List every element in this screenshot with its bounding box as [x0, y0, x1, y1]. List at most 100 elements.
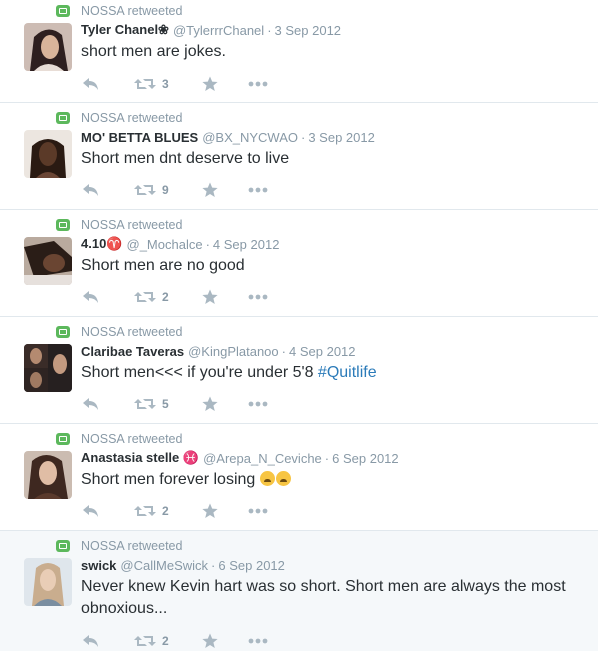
crying-face-emoji-icon — [275, 471, 291, 486]
tweet-text: Short men are no good — [81, 257, 245, 274]
user-handle[interactable]: @KingPlatanoo — [188, 344, 279, 359]
user-name[interactable]: swick — [81, 558, 116, 573]
tweet-header: Anastasia stelle ♓ @Arepa_N_Ceviche · 6 … — [81, 449, 399, 467]
tweet-text: short men are jokes. — [81, 43, 226, 60]
separator: · — [211, 557, 216, 573]
tweet-actions: 5 — [82, 395, 268, 413]
separator: · — [205, 236, 210, 252]
timestamp[interactable]: 3 Sep 2012 — [275, 23, 342, 38]
more-options-icon[interactable] — [248, 401, 268, 407]
crying-face-emoji-icon — [259, 471, 275, 486]
tweet-actions: 9 — [82, 181, 268, 199]
user-handle[interactable]: @TylerrrChanel — [173, 23, 264, 38]
avatar[interactable] — [24, 558, 72, 606]
tweet-header: 4.10♈ @_Mochalce · 4 Sep 2012 — [81, 235, 279, 253]
tweet-text-body: Short men forever losing — [81, 471, 260, 488]
avatar[interactable] — [24, 130, 72, 178]
avatar[interactable] — [24, 23, 72, 71]
timestamp[interactable]: 6 Sep 2012 — [218, 558, 285, 573]
retweet-context: NOSSA retweeted — [56, 538, 182, 554]
retweet-action[interactable]: 3 — [134, 77, 182, 91]
retweet-badge-icon — [56, 326, 70, 338]
timestamp[interactable]: 6 Sep 2012 — [332, 451, 399, 466]
retweeted-by-label[interactable]: NOSSA retweeted — [81, 4, 182, 18]
user-name[interactable]: Tyler Chanel❀ — [81, 22, 169, 38]
retweet-context: NOSSA retweeted — [56, 110, 182, 126]
user-name[interactable]: Anastasia stelle ♓ — [81, 450, 199, 466]
retweeted-by-label[interactable]: NOSSA retweeted — [81, 539, 182, 553]
retweet-action[interactable]: 2 — [134, 290, 182, 304]
user-name[interactable]: 4.10♈ — [81, 236, 123, 252]
tweet-header: Claribae Taveras @KingPlatanoo · 4 Sep 2… — [81, 342, 356, 360]
retweet-icon — [134, 185, 156, 195]
retweet-action[interactable]: 9 — [134, 183, 182, 197]
tweet-header: swick @CallMeSwick · 6 Sep 2012 — [81, 556, 285, 574]
timeline: NOSSA retweeted Tyler Chanel❀ @TylerrrCh… — [0, 0, 598, 651]
more-options-icon[interactable] — [248, 638, 268, 644]
retweet-icon — [134, 292, 156, 302]
tweet-text: Never knew Kevin hart was so short. Shor… — [81, 578, 566, 617]
hashtag-link[interactable]: #Quitlife — [318, 364, 377, 381]
tweet-header: Tyler Chanel❀ @TylerrrChanel · 3 Sep 201… — [81, 21, 341, 39]
retweeted-by-label[interactable]: NOSSA retweeted — [81, 325, 182, 339]
reply-icon[interactable] — [82, 183, 100, 197]
timestamp[interactable]: 4 Sep 2012 — [289, 344, 356, 359]
reply-icon[interactable] — [82, 504, 100, 518]
user-name[interactable]: MO' BETTA BLUES — [81, 130, 198, 145]
favorite-star-icon[interactable] — [202, 633, 218, 649]
tweet[interactable]: NOSSA retweeted swick @CallMeSwick · 6 S… — [0, 531, 598, 651]
user-handle[interactable]: @_Mochalce — [127, 237, 203, 252]
tweet[interactable]: NOSSA retweeted Claribae Taveras @KingPl… — [0, 317, 598, 424]
more-options-icon[interactable] — [248, 187, 268, 193]
retweet-context: NOSSA retweeted — [56, 431, 182, 447]
tweet[interactable]: NOSSA retweeted MO' BETTA BLUES @BX_NYCW… — [0, 103, 598, 210]
separator: · — [281, 343, 286, 359]
tweet-actions: 2 — [82, 632, 268, 650]
retweeted-by-label[interactable]: NOSSA retweeted — [81, 432, 182, 446]
favorite-star-icon[interactable] — [202, 182, 218, 198]
retweeted-by-label[interactable]: NOSSA retweeted — [81, 111, 182, 125]
tweet-text-body: Short men<<< if you're under 5'8 — [81, 364, 318, 381]
favorite-star-icon[interactable] — [202, 289, 218, 305]
more-options-icon[interactable] — [248, 294, 268, 300]
avatar[interactable] — [24, 344, 72, 392]
tweet-text: Short men dnt deserve to live — [81, 150, 290, 167]
tweet-text: Short men<<< if you're under 5'8 #Quitli… — [81, 362, 581, 384]
more-options-icon[interactable] — [248, 81, 268, 87]
favorite-star-icon[interactable] — [202, 503, 218, 519]
favorite-star-icon[interactable] — [202, 396, 218, 412]
avatar[interactable] — [24, 237, 72, 285]
tweet-header: MO' BETTA BLUES @BX_NYCWAO · 3 Sep 2012 — [81, 128, 375, 146]
reply-icon[interactable] — [82, 397, 100, 411]
retweet-badge-icon — [56, 540, 70, 552]
reply-icon[interactable] — [82, 634, 100, 648]
user-handle[interactable]: @CallMeSwick — [120, 558, 208, 573]
separator: · — [267, 22, 272, 38]
reply-icon[interactable] — [82, 290, 100, 304]
retweet-count: 2 — [162, 504, 169, 518]
retweet-count: 9 — [162, 183, 169, 197]
reply-icon[interactable] — [82, 77, 100, 91]
tweet[interactable]: NOSSA retweeted Anastasia stelle ♓ @Arep… — [0, 424, 598, 531]
retweet-count: 2 — [162, 634, 169, 648]
favorite-star-icon[interactable] — [202, 76, 218, 92]
tweet-actions: 2 — [82, 288, 268, 306]
retweet-icon — [134, 79, 156, 89]
timestamp[interactable]: 4 Sep 2012 — [213, 237, 280, 252]
retweet-badge-icon — [56, 219, 70, 231]
retweeted-by-label[interactable]: NOSSA retweeted — [81, 218, 182, 232]
retweet-action[interactable]: 2 — [134, 504, 182, 518]
user-name[interactable]: Claribae Taveras — [81, 344, 184, 359]
retweet-action[interactable]: 5 — [134, 397, 182, 411]
retweet-action[interactable]: 2 — [134, 634, 182, 648]
user-handle[interactable]: @Arepa_N_Ceviche — [203, 451, 322, 466]
more-options-icon[interactable] — [248, 508, 268, 514]
user-handle[interactable]: @BX_NYCWAO — [202, 130, 298, 145]
tweet[interactable]: NOSSA retweeted Tyler Chanel❀ @TylerrrCh… — [0, 0, 598, 103]
tweet[interactable]: NOSSA retweeted 4.10♈ @_Mochalce · 4 Sep… — [0, 210, 598, 317]
retweet-count: 2 — [162, 290, 169, 304]
avatar[interactable] — [24, 451, 72, 499]
tweet-actions: 3 — [82, 75, 268, 93]
timestamp[interactable]: 3 Sep 2012 — [308, 130, 375, 145]
retweet-context: NOSSA retweeted — [56, 324, 182, 340]
